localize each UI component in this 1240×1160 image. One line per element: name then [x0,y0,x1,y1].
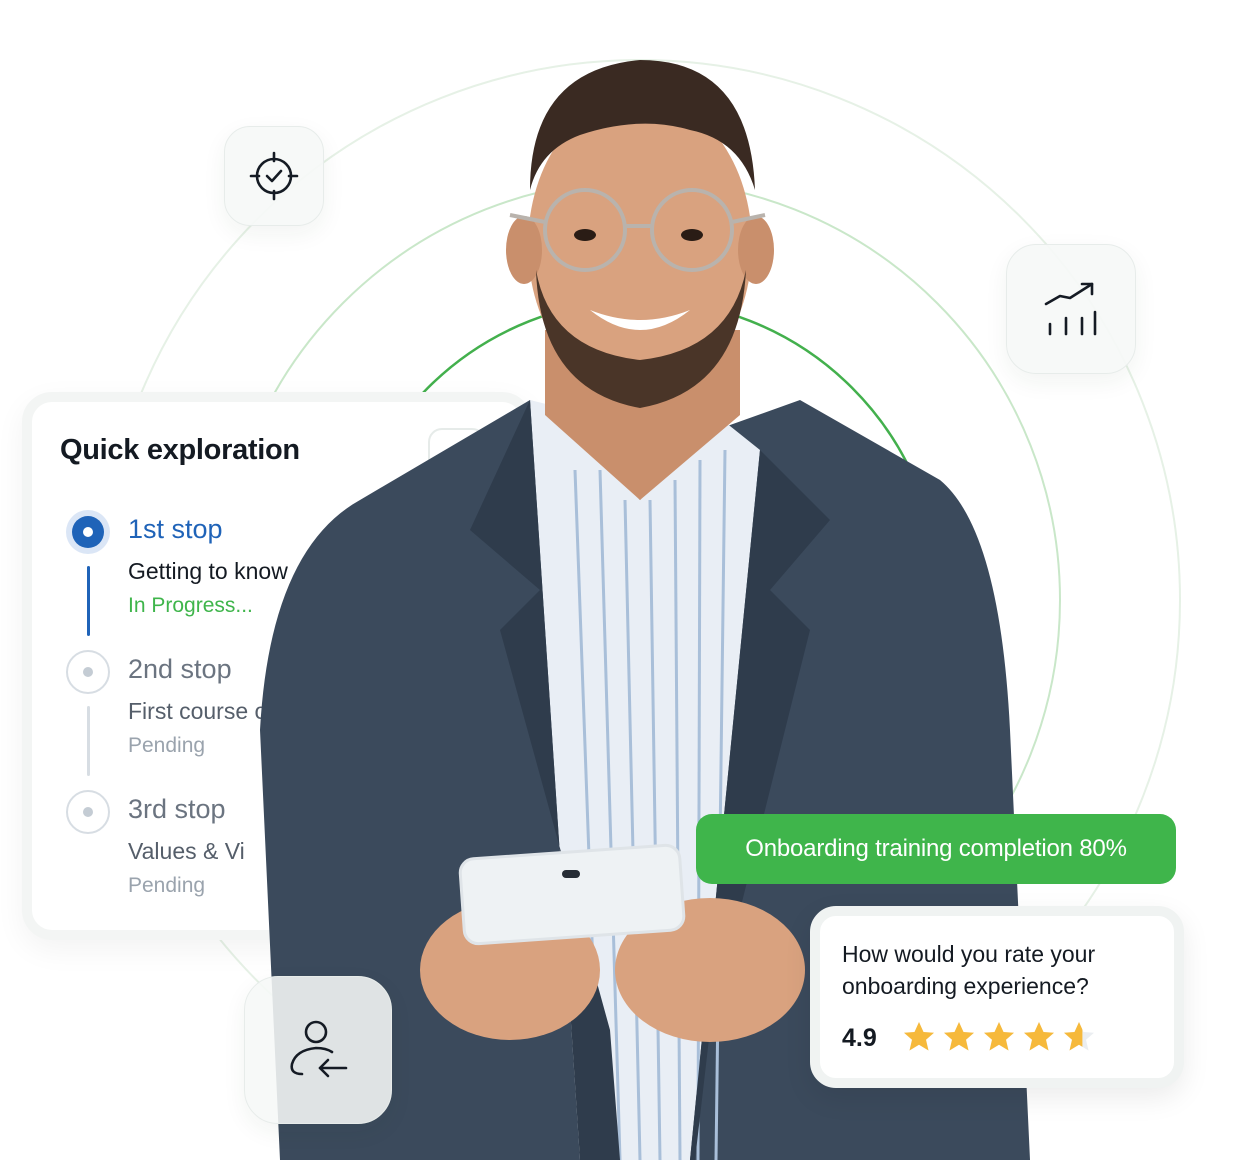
step-connector [87,706,90,776]
completion-badge: Onboarding training completion 80% [696,814,1176,884]
step-connector [87,566,90,636]
step-status: Pending [128,874,206,897]
step-name: 1st stop [128,514,223,544]
star-icon[interactable] [982,1020,1016,1054]
step-name: 2nd stop [128,654,232,684]
step-name: 3rd stop [128,794,226,824]
user-tile [244,976,392,1124]
step-pending-indicator-icon [66,790,110,834]
rating-score: 4.9 [842,1024,877,1052]
step-active-indicator-icon [66,510,110,554]
step-status: Pending [128,734,206,757]
star-icon[interactable] [902,1020,936,1054]
user-onboarding-icon [290,1020,348,1078]
step-status: In Progress... [128,594,253,617]
rating-stars[interactable] [902,1020,1096,1054]
star-icon[interactable] [942,1020,976,1054]
rating-question: How would you rate your onboarding exper… [842,941,1096,999]
step-pending-indicator-icon [66,650,110,694]
hero-illustration: Quick exploration ••• 1st stop Getting t… [0,0,1240,1160]
growth-chart-icon [1044,282,1097,336]
star-icon[interactable] [1022,1020,1056,1054]
star-icon[interactable] [1062,1020,1096,1054]
rating-card: How would you rate your onboarding exper… [810,906,1184,1088]
step-description: Values & Vi [128,838,245,864]
